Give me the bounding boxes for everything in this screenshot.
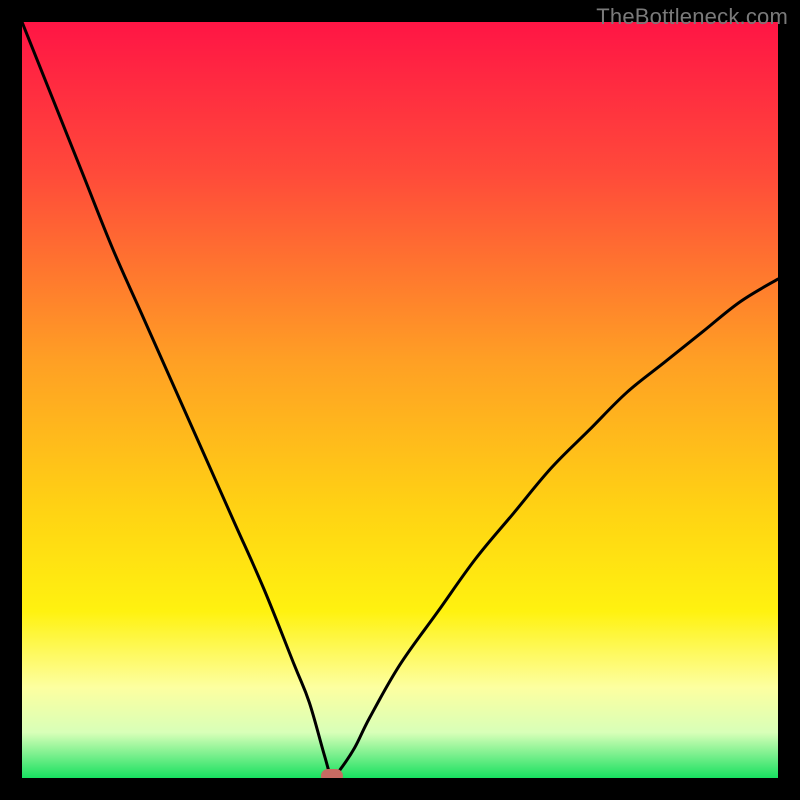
watermark-label: TheBottleneck.com	[596, 4, 788, 30]
plot-area	[22, 22, 778, 778]
min-marker	[321, 769, 343, 778]
chart-frame: TheBottleneck.com	[0, 0, 800, 800]
bottleneck-chart	[22, 22, 778, 778]
